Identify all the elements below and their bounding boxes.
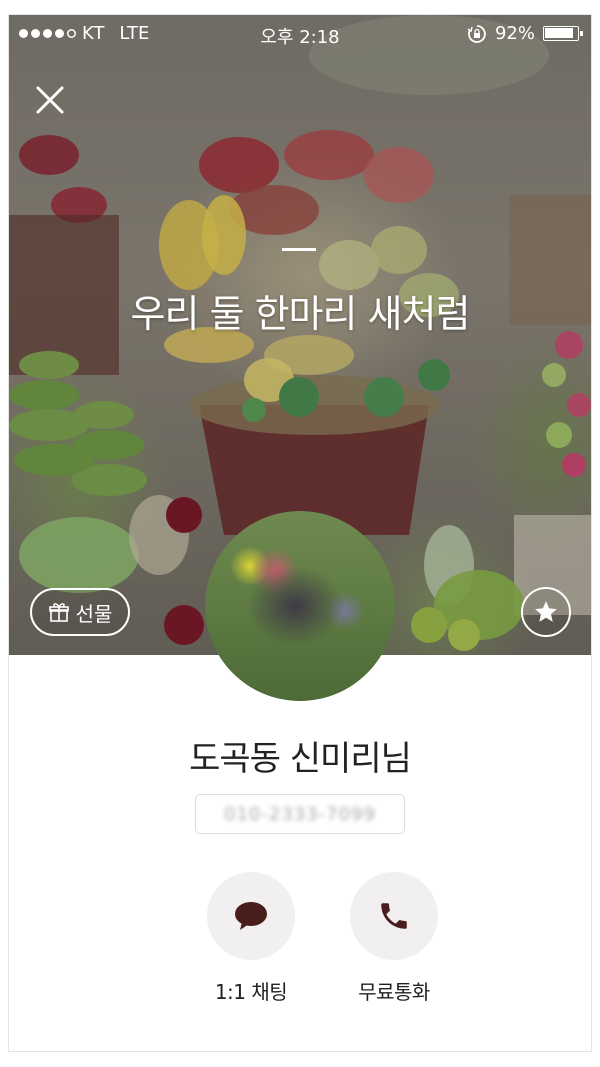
phone-number: 010-2333-7099 (224, 803, 376, 825)
chat-button[interactable] (207, 872, 295, 960)
phone-icon (381, 903, 407, 929)
favorite-button[interactable] (521, 587, 571, 637)
close-button[interactable] (29, 79, 71, 121)
battery-percent: 92% (494, 23, 535, 44)
call-label: 무료통화 (358, 980, 430, 1004)
rotation-lock-icon (467, 24, 486, 43)
call-button[interactable] (350, 872, 438, 960)
avatar[interactable] (205, 511, 395, 701)
gift-icon (48, 603, 69, 622)
speech-bubble-icon (235, 902, 267, 930)
gift-button[interactable]: 선물 (30, 588, 130, 636)
star-icon (535, 601, 557, 622)
status-right: 92% (467, 23, 583, 44)
chat-action[interactable]: 1:1 채팅 (181, 872, 321, 1005)
phone-number-box: 010-2333-7099 (195, 794, 405, 834)
gift-label: 선물 (75, 601, 113, 626)
call-action[interactable]: 무료통화 (324, 872, 464, 1005)
battery-icon (543, 26, 583, 41)
status-bar: KT LTE 오후 2:18 92% (9, 15, 591, 53)
close-icon (36, 86, 64, 114)
message-divider (282, 248, 316, 251)
chat-label: 1:1 채팅 (214, 980, 288, 1004)
profile-status-message: 우리 둘 한마리 새처럼 (130, 292, 471, 336)
profile-name: 도곡동 신미리님 (189, 739, 412, 779)
battery-level-fill (545, 28, 573, 38)
profile-screen: KT LTE 오후 2:18 92% 우리 둘 한마리 새처럼 선물 도곡동 신… (9, 15, 591, 1051)
